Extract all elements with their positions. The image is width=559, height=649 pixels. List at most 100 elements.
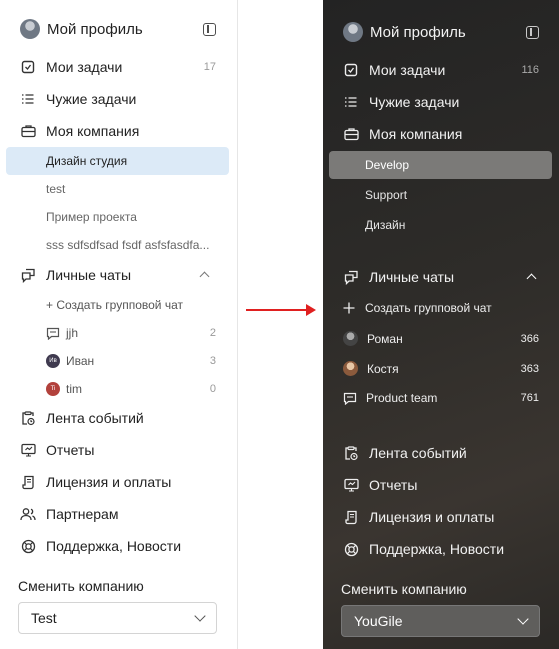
list-icon [343, 94, 359, 110]
nav-personal-chats[interactable]: Личные чаты [20, 264, 216, 286]
chat-count: 3 [209, 355, 216, 367]
chat-item[interactable]: Product team 761 [343, 391, 539, 405]
chat-name: Роман [367, 331, 403, 346]
create-group-chat-button[interactable]: Создать групповой чат [343, 301, 539, 315]
nav-support[interactable]: Поддержка, Новости [20, 535, 216, 557]
profile-title[interactable]: Мой профиль [370, 24, 526, 41]
collapse-sidebar-icon[interactable] [526, 25, 539, 39]
nav-my-tasks-count: 17 [203, 61, 216, 73]
briefcase-icon [20, 123, 36, 139]
company-select[interactable]: YouGile [341, 605, 540, 637]
nav-other-tasks-label: Чужие задачи [369, 94, 460, 110]
nav-personal-chats[interactable]: Личные чаты [343, 266, 539, 288]
nav-license[interactable]: Лицензия и оплаты [20, 471, 216, 493]
chat-count: 761 [520, 392, 539, 404]
receipt-icon [20, 474, 36, 490]
plus-icon [343, 302, 355, 314]
nav-license[interactable]: Лицензия и оплаты [343, 506, 539, 528]
nav-my-company[interactable]: Моя компания [343, 123, 539, 145]
nav-my-tasks-count: 116 [521, 64, 539, 76]
nav-my-tasks-label: Мои задачи [369, 62, 446, 78]
avatar: Ti [46, 382, 60, 396]
project-item[interactable]: Support [365, 188, 535, 202]
nav-partners[interactable]: Партнерам [20, 503, 216, 525]
nav-my-tasks-label: Мои задачи [46, 59, 123, 75]
profile-header[interactable]: Мой профиль [20, 19, 216, 39]
chats-icon [343, 269, 359, 285]
nav-reports-label: Отчеты [46, 442, 95, 458]
monitor-chart-icon [343, 477, 359, 493]
nav-my-tasks[interactable]: Мои задачи 116 [343, 59, 539, 81]
switch-company-label: Сменить компанию [18, 578, 144, 594]
nav-my-tasks[interactable]: Мои задачи 17 [20, 56, 216, 78]
nav-my-company-label: Моя компания [46, 123, 140, 139]
chat-bubble-icon [46, 327, 60, 340]
collapse-sidebar-icon[interactable] [203, 22, 216, 36]
project-item[interactable]: Develop [365, 158, 535, 172]
tasks-icon [343, 62, 359, 78]
nav-personal-chats-label: Личные чаты [46, 267, 132, 283]
tasks-icon [20, 59, 36, 75]
chat-name: Product team [366, 391, 438, 405]
nav-partners-label: Партнерам [46, 506, 119, 522]
nav-reports-label: Отчеты [369, 477, 418, 493]
company-select-value: YouGile [354, 613, 403, 629]
project-item[interactable]: test [46, 182, 216, 196]
avatar [343, 361, 358, 376]
company-select[interactable]: Test [18, 602, 217, 634]
nav-other-tasks[interactable]: Чужие задачи [343, 91, 539, 113]
project-item[interactable]: Дизайн студия [46, 154, 216, 168]
project-item[interactable]: Дизайн [365, 218, 535, 232]
chat-item[interactable]: Костя 363 [343, 361, 539, 376]
nav-support[interactable]: Поддержка, Новости [343, 538, 539, 560]
chat-item[interactable]: Ti tim 0 [46, 382, 216, 396]
avatar[interactable] [20, 19, 40, 39]
nav-support-label: Поддержка, Новости [369, 541, 505, 557]
nav-license-label: Лицензия и оплаты [369, 509, 495, 525]
lifebuoy-icon [20, 538, 36, 554]
switch-company-label: Сменить компанию [341, 581, 467, 597]
chat-name: tim [66, 382, 82, 396]
chat-count: 2 [209, 327, 216, 339]
sidebar-dark: Мой профиль Мои задачи 116 Чужие задачи … [323, 0, 559, 649]
list-icon [20, 91, 36, 107]
chat-item[interactable]: Ив Иван 3 [46, 354, 216, 368]
profile-header[interactable]: Мой профиль [343, 22, 539, 42]
chat-count: 366 [520, 332, 539, 345]
nav-license-label: Лицензия и оплаты [46, 474, 172, 490]
chat-name: Костя [367, 361, 399, 376]
nav-personal-chats-label: Личные чаты [369, 269, 455, 285]
clipboard-clock-icon [20, 410, 36, 426]
create-group-chat-label: Создать групповой чат [365, 301, 492, 315]
nav-events-label: Лента событий [369, 445, 467, 461]
monitor-chart-icon [20, 442, 36, 458]
arrow-icon [246, 304, 316, 316]
chat-item[interactable]: jjh 2 [46, 326, 216, 340]
nav-my-company[interactable]: Моя компания [20, 120, 216, 142]
nav-events[interactable]: Лента событий [343, 442, 539, 464]
create-group-chat-button[interactable]: + Создать групповой чат [46, 298, 216, 312]
clipboard-clock-icon [343, 445, 359, 461]
chevron-up-icon[interactable] [526, 273, 537, 284]
chat-item[interactable]: Роман 366 [343, 331, 539, 346]
avatar[interactable] [343, 22, 363, 42]
chevron-up-icon[interactable] [199, 271, 210, 282]
company-select-value: Test [31, 610, 57, 626]
sidebar-light: Мой профиль Мои задачи 17 Чужие задачи М… [0, 0, 238, 649]
nav-reports[interactable]: Отчеты [343, 474, 539, 496]
chats-icon [20, 267, 36, 283]
chevron-down-icon [194, 610, 206, 622]
nav-events[interactable]: Лента событий [20, 407, 216, 429]
nav-other-tasks-label: Чужие задачи [46, 91, 137, 107]
chat-name: jjh [66, 326, 79, 340]
nav-my-company-label: Моя компания [369, 126, 463, 142]
chevron-down-icon [517, 613, 529, 625]
profile-title[interactable]: Мой профиль [47, 21, 203, 38]
nav-reports[interactable]: Отчеты [20, 439, 216, 461]
project-item[interactable]: Пример проекта [46, 210, 216, 224]
chat-count: 363 [520, 362, 539, 375]
chat-bubble-icon [343, 392, 357, 405]
nav-other-tasks[interactable]: Чужие задачи [20, 88, 216, 110]
project-item[interactable]: sss sdfsdfsad fsdf asfsfasdfa... [46, 238, 216, 252]
receipt-icon [343, 509, 359, 525]
